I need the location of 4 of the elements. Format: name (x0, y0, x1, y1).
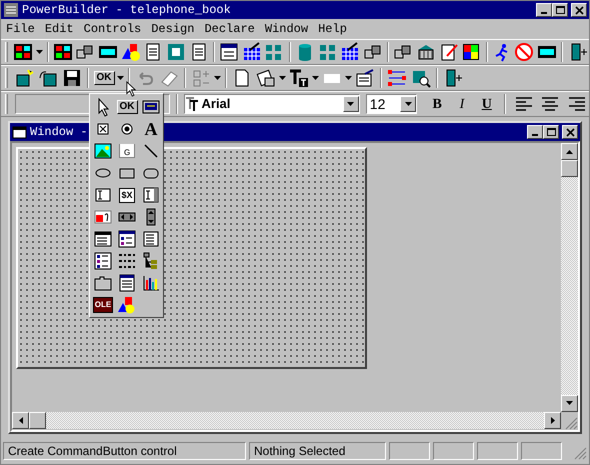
window-title: Window - (30, 124, 88, 141)
status-message: Create CommandButton control (3, 442, 246, 460)
window-title: PowerBuilder - telephone_book (22, 2, 231, 19)
status-selection: Nothing Selected (249, 442, 386, 460)
